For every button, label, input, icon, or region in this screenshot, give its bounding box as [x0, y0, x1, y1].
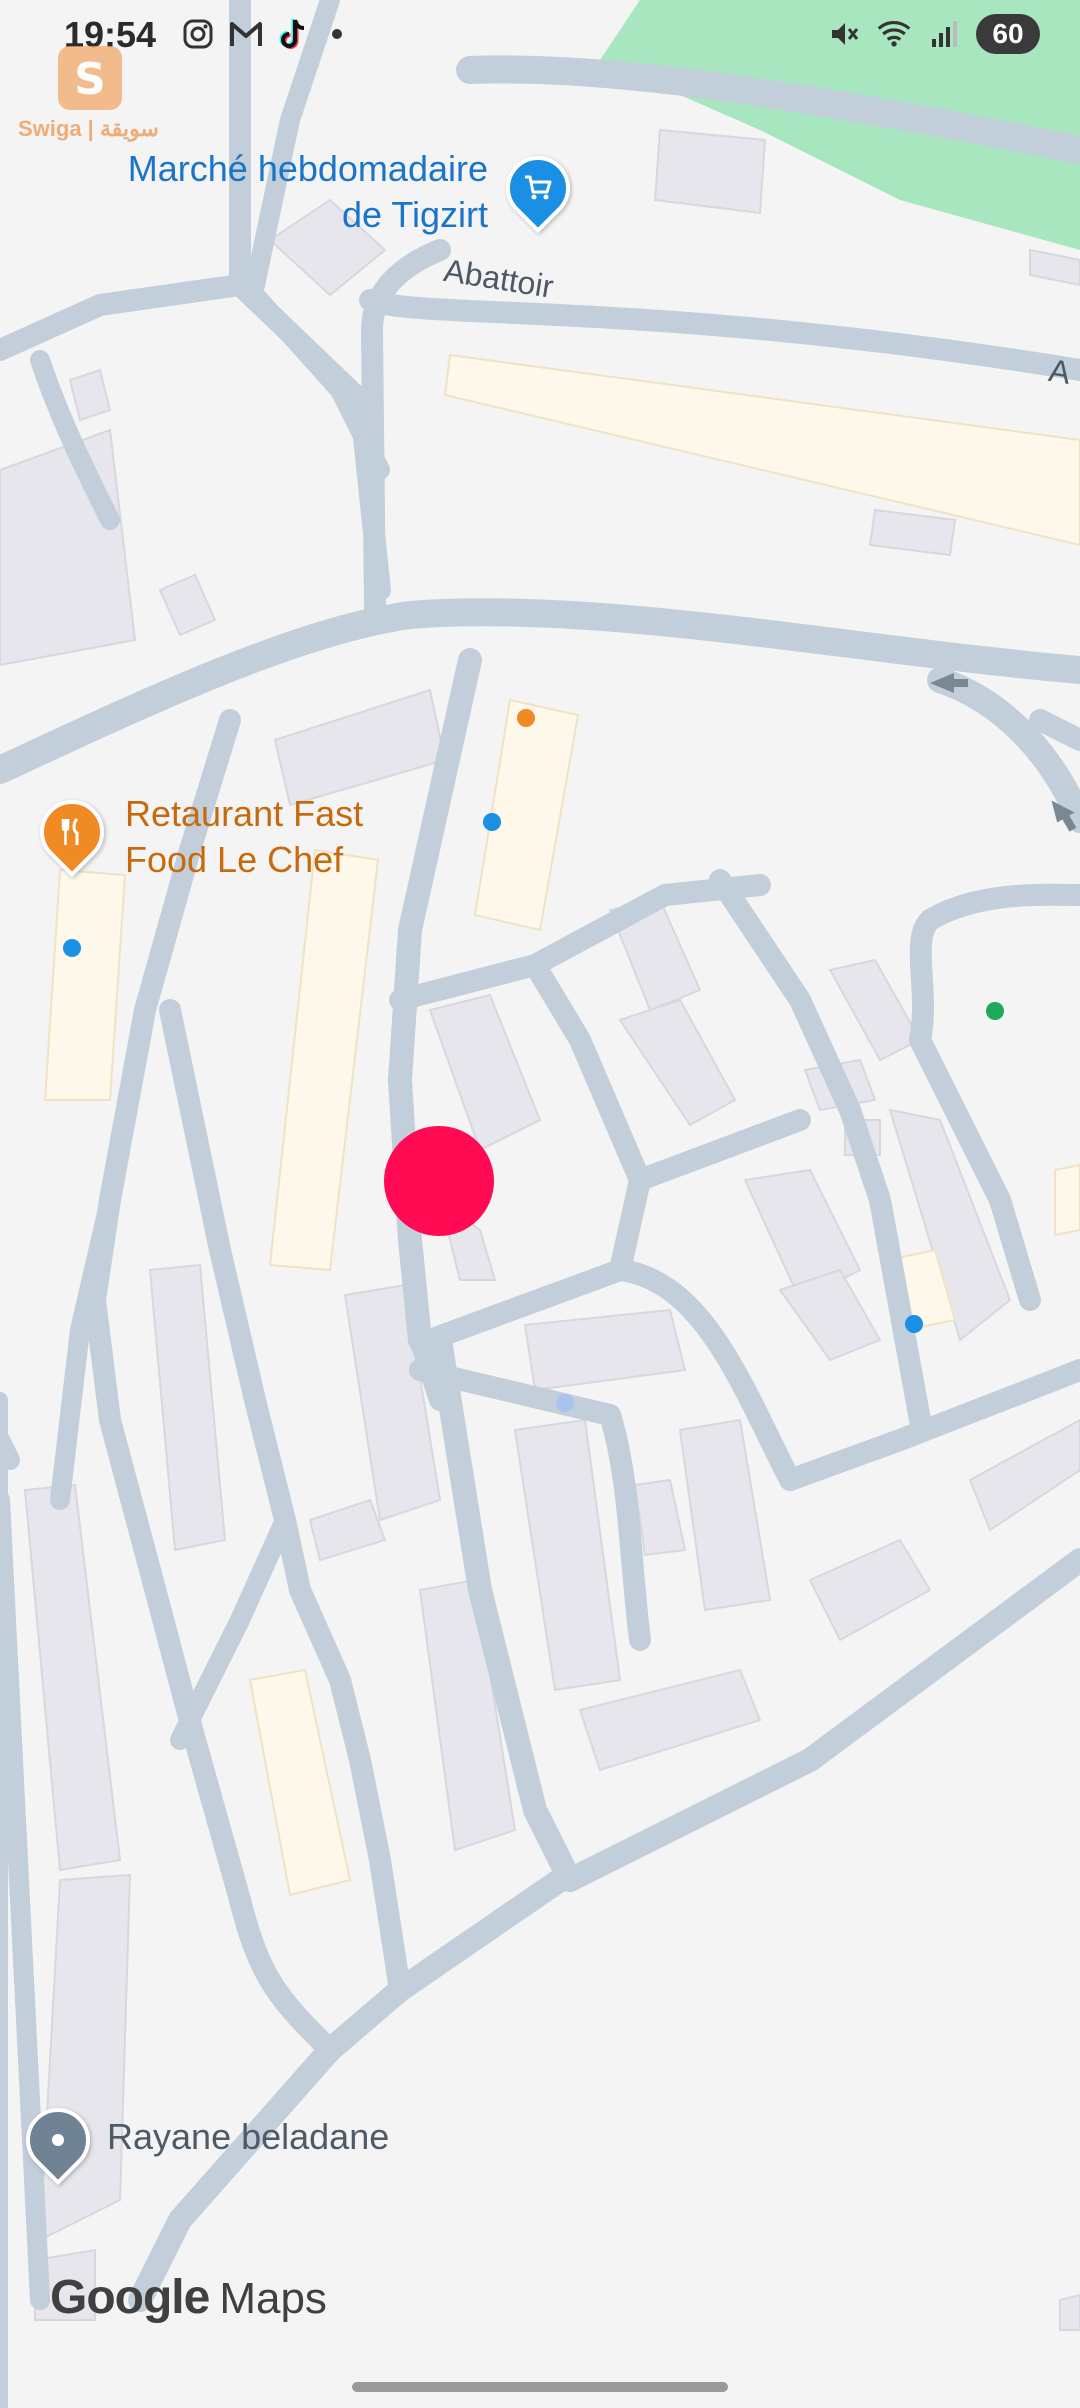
wifi-icon: [876, 16, 912, 52]
current-location-marker[interactable]: [384, 1126, 494, 1236]
poi-label-marche-line2: de Tigzirt: [341, 194, 488, 235]
poi-dot-lightblue: [556, 1394, 574, 1412]
poi-label-restaurant-line2: Food Le Chef: [125, 839, 344, 880]
screen: 19:54 60 S Swiga | سويقة Abattoir A Marc…: [0, 0, 1080, 2408]
gmail-icon: [228, 16, 264, 52]
swiga-logo-icon: S: [58, 46, 122, 110]
swiga-watermark: S Swiga | سويقة: [16, 46, 159, 146]
battery-indicator: 60: [976, 14, 1040, 54]
svg-text:S: S: [74, 54, 106, 105]
poi-label-restaurant-line1: Retaurant Fast: [125, 793, 364, 834]
map-canvas[interactable]: [0, 0, 1080, 2408]
poi-dot-blue-3: [905, 1315, 923, 1333]
poi-label-marche-line1: Marché hebdomadaire: [127, 148, 488, 189]
maps-wordmark: Maps: [219, 2274, 327, 2323]
more-notifications-dot: [332, 29, 342, 39]
poi-label-marche[interactable]: Marché hebdomadaire de Tigzirt: [100, 146, 488, 238]
shopping-cart-icon: [518, 168, 558, 208]
swiga-watermark-text: Swiga | سويقة: [18, 116, 159, 141]
poi-dot-blue-1: [483, 813, 501, 831]
notification-icons: [180, 16, 342, 52]
signal-icon: [926, 16, 962, 52]
restaurant-icon: [52, 812, 92, 852]
status-bar: 19:54 60: [0, 0, 1080, 70]
tiktok-icon: [276, 16, 312, 52]
home-indicator[interactable]: [352, 2382, 728, 2392]
google-wordmark: Google: [50, 2271, 210, 2324]
poi-label-rayane[interactable]: Rayane beladane: [107, 2114, 389, 2160]
poi-dot-green: [986, 1002, 1004, 1020]
system-icons: 60: [826, 14, 1040, 54]
poi-label-restaurant[interactable]: Retaurant Fast Food Le Chef: [125, 791, 363, 883]
location-pin-icon: [38, 2120, 78, 2160]
poi-dot-blue-2: [63, 939, 81, 957]
mute-icon: [826, 16, 862, 52]
poi-dot-orange: [517, 709, 535, 727]
instagram-icon: [180, 16, 216, 52]
google-maps-logo: Google Maps: [50, 2270, 327, 2325]
